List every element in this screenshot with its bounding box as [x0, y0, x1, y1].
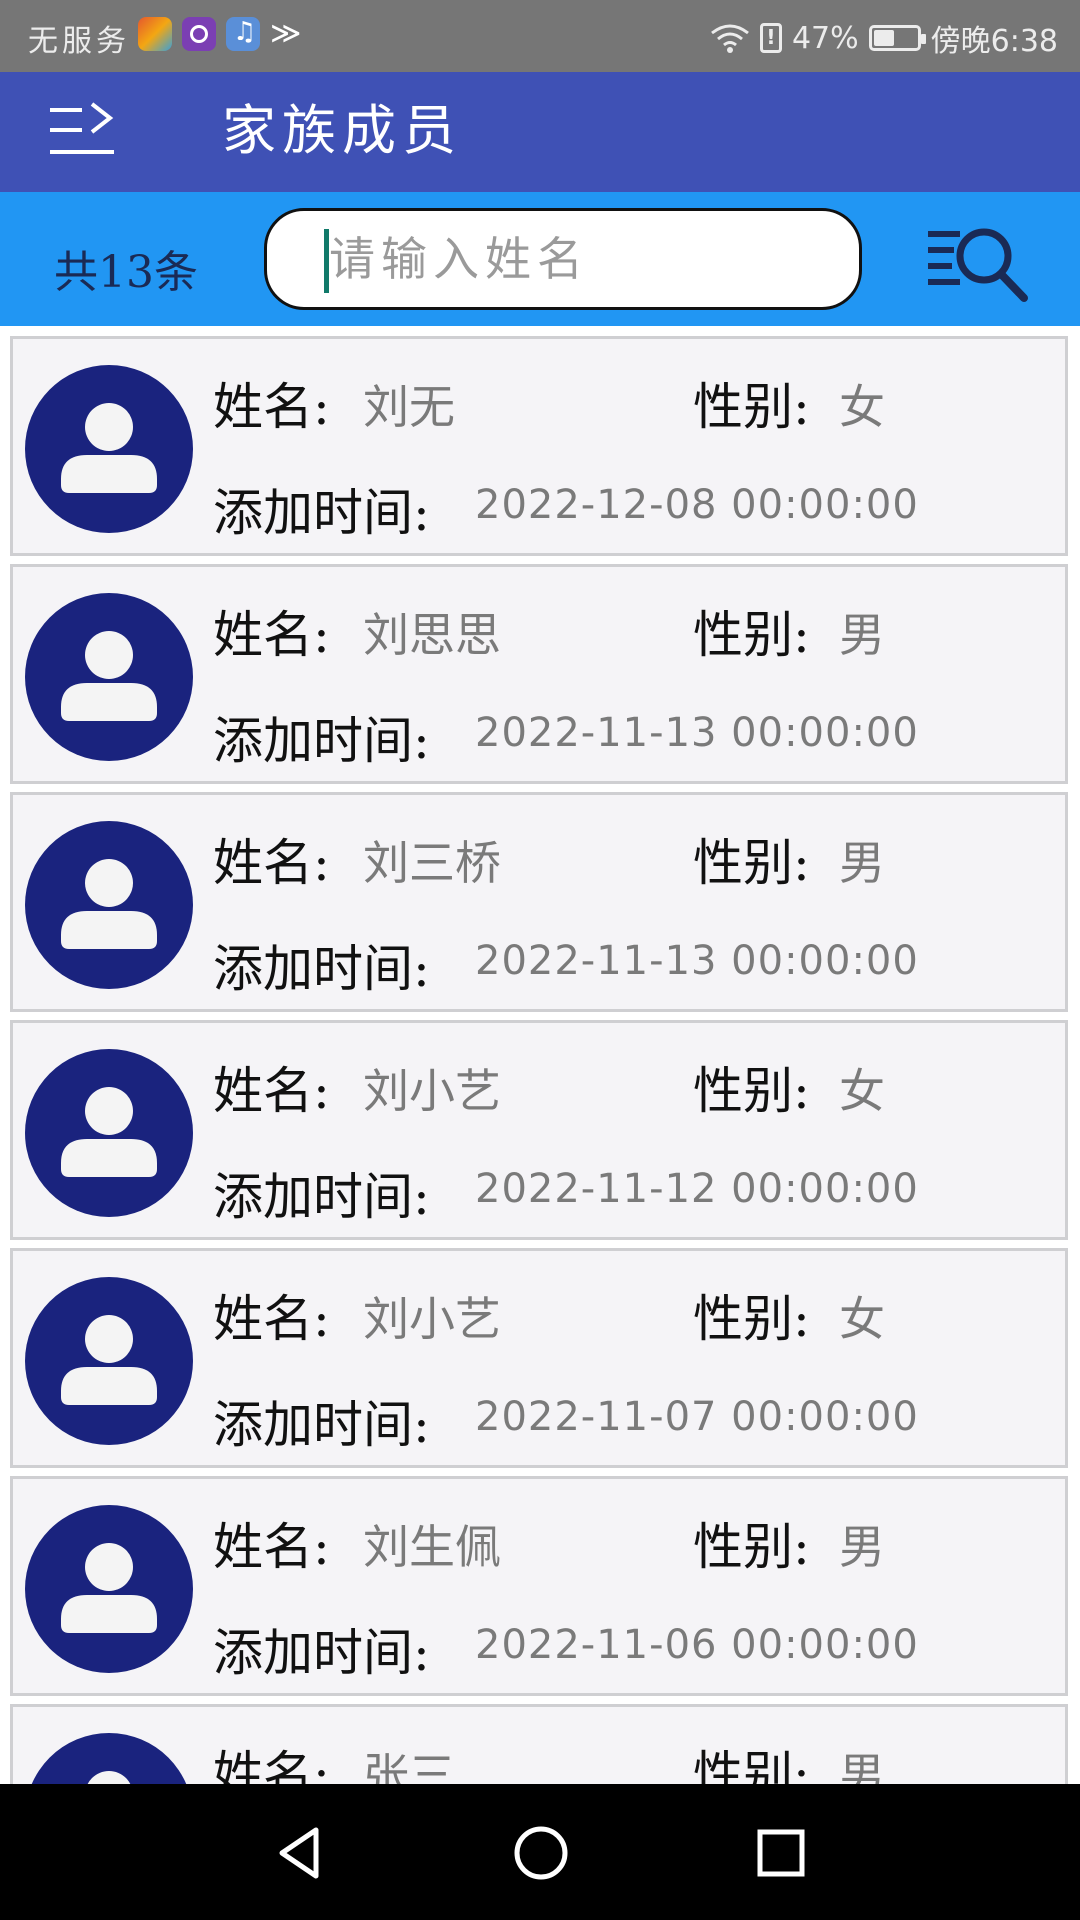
avatar	[23, 1503, 195, 1675]
member-gender: 男	[839, 1748, 885, 1784]
member-gender: 女	[839, 1292, 885, 1346]
avatar	[23, 1047, 195, 1219]
member-row[interactable]: 姓名: 刘生佩 性别: 男添加时间: 2022-11-06 00:00:00	[10, 1476, 1068, 1696]
gender-label: 性别:	[693, 834, 810, 892]
member-name: 刘生佩	[363, 1520, 501, 1574]
added-time-label: 添加时间:	[213, 1168, 430, 1226]
app-bar: 家族成员	[0, 72, 1080, 192]
battery-percent: 47%	[791, 20, 859, 56]
member-added-time: 2022-11-12 00:00:00	[475, 1166, 919, 1212]
browser-app-icon	[182, 17, 216, 51]
member-name: 刘三桥	[363, 836, 501, 890]
member-added-time: 2022-11-06 00:00:00	[475, 1622, 919, 1668]
member-added-time: 2022-12-08 00:00:00	[475, 482, 919, 528]
search-bar: 共13条	[0, 192, 1080, 326]
signal-app-icon: ≫	[270, 16, 302, 51]
member-name: 张三	[363, 1748, 455, 1784]
clock: 傍晚6:38	[930, 24, 1058, 59]
avatar	[23, 819, 195, 991]
member-name: 刘小艺	[363, 1064, 501, 1118]
member-row[interactable]: 姓名: 刘小艺 性别: 女添加时间: 2022-11-12 00:00:00	[10, 1020, 1068, 1240]
status-bar: 无服务 ≫ ! 47% 傍晚6:38	[0, 0, 1080, 72]
gender-label: 性别:	[693, 378, 810, 436]
member-gender: 女	[839, 380, 885, 434]
member-added-time: 2022-11-07 00:00:00	[475, 1394, 919, 1440]
name-label: 姓名:	[213, 606, 330, 664]
member-gender: 男	[839, 608, 885, 662]
added-time-label: 添加时间:	[213, 1624, 430, 1682]
status-indicators: ! 47% 傍晚6:38	[710, 16, 1058, 60]
gender-label: 性别:	[693, 1290, 810, 1348]
menu-arrow-icon[interactable]	[48, 100, 118, 162]
back-icon[interactable]	[266, 1818, 336, 1888]
list-search-icon[interactable]	[924, 220, 1034, 302]
avatar	[23, 1731, 195, 1784]
music-app-icon	[226, 17, 260, 51]
member-added-time: 2022-11-13 00:00:00	[475, 710, 919, 756]
home-icon[interactable]	[506, 1818, 576, 1888]
name-label: 姓名:	[213, 1290, 330, 1348]
added-time-label: 添加时间:	[213, 1396, 430, 1454]
member-name: 刘思思	[363, 608, 501, 662]
recents-icon[interactable]	[746, 1818, 816, 1888]
member-name: 刘小艺	[363, 1292, 501, 1346]
added-time-label: 添加时间:	[213, 940, 430, 998]
search-field[interactable]	[264, 208, 862, 310]
name-label: 姓名:	[213, 378, 330, 436]
member-gender: 男	[839, 1520, 885, 1574]
name-label: 姓名:	[213, 1518, 330, 1576]
gender-label: 性别:	[693, 1062, 810, 1120]
member-gender: 女	[839, 1064, 885, 1118]
avatar	[23, 363, 195, 535]
member-row[interactable]: 姓名:张三性别:男添加时间:	[10, 1704, 1068, 1784]
added-time-label: 添加时间:	[213, 712, 430, 770]
carrier-text: 无服务	[28, 24, 130, 59]
game-app-icon	[138, 17, 172, 51]
member-list[interactable]: 姓名: 刘无 性别: 女添加时间: 2022-12-08 00:00:00 姓名: 刘思思性…	[0, 326, 1080, 1784]
name-label: 姓名:	[213, 834, 330, 892]
member-row[interactable]: 姓名: 刘小艺 性别: 女添加时间: 2022-11-07 00:00:00	[10, 1248, 1068, 1468]
member-gender: 男	[839, 836, 885, 890]
name-label: 姓名:	[213, 1062, 330, 1120]
record-count: 共13条	[54, 247, 198, 298]
gender-label: 性别:	[693, 606, 810, 664]
battery-icon	[868, 25, 926, 51]
avatar	[23, 1275, 195, 1447]
navigation-bar	[0, 1784, 1080, 1920]
member-name: 刘无	[363, 380, 455, 434]
member-added-time: 2022-11-13 00:00:00	[475, 938, 919, 984]
gender-label: 性别:	[693, 1518, 810, 1576]
name-label: 姓名:	[213, 1746, 330, 1784]
member-row[interactable]: 姓名: 刘三桥 性别: 男添加时间: 2022-11-13 00:00:00	[10, 792, 1068, 1012]
search-input[interactable]	[329, 211, 829, 307]
notification-icons: ≫	[138, 17, 304, 51]
wifi-icon	[710, 23, 750, 53]
member-row[interactable]: 姓名: 刘无 性别: 女添加时间: 2022-12-08 00:00:00	[10, 336, 1068, 556]
added-time-label: 添加时间:	[213, 484, 430, 542]
alert-icon: !	[759, 23, 782, 53]
page-title: 家族成员	[222, 99, 462, 162]
avatar	[23, 591, 195, 763]
gender-label: 性别:	[693, 1746, 810, 1784]
member-row[interactable]: 姓名: 刘思思 性别: 男添加时间: 2022-11-13 00:00:00	[10, 564, 1068, 784]
